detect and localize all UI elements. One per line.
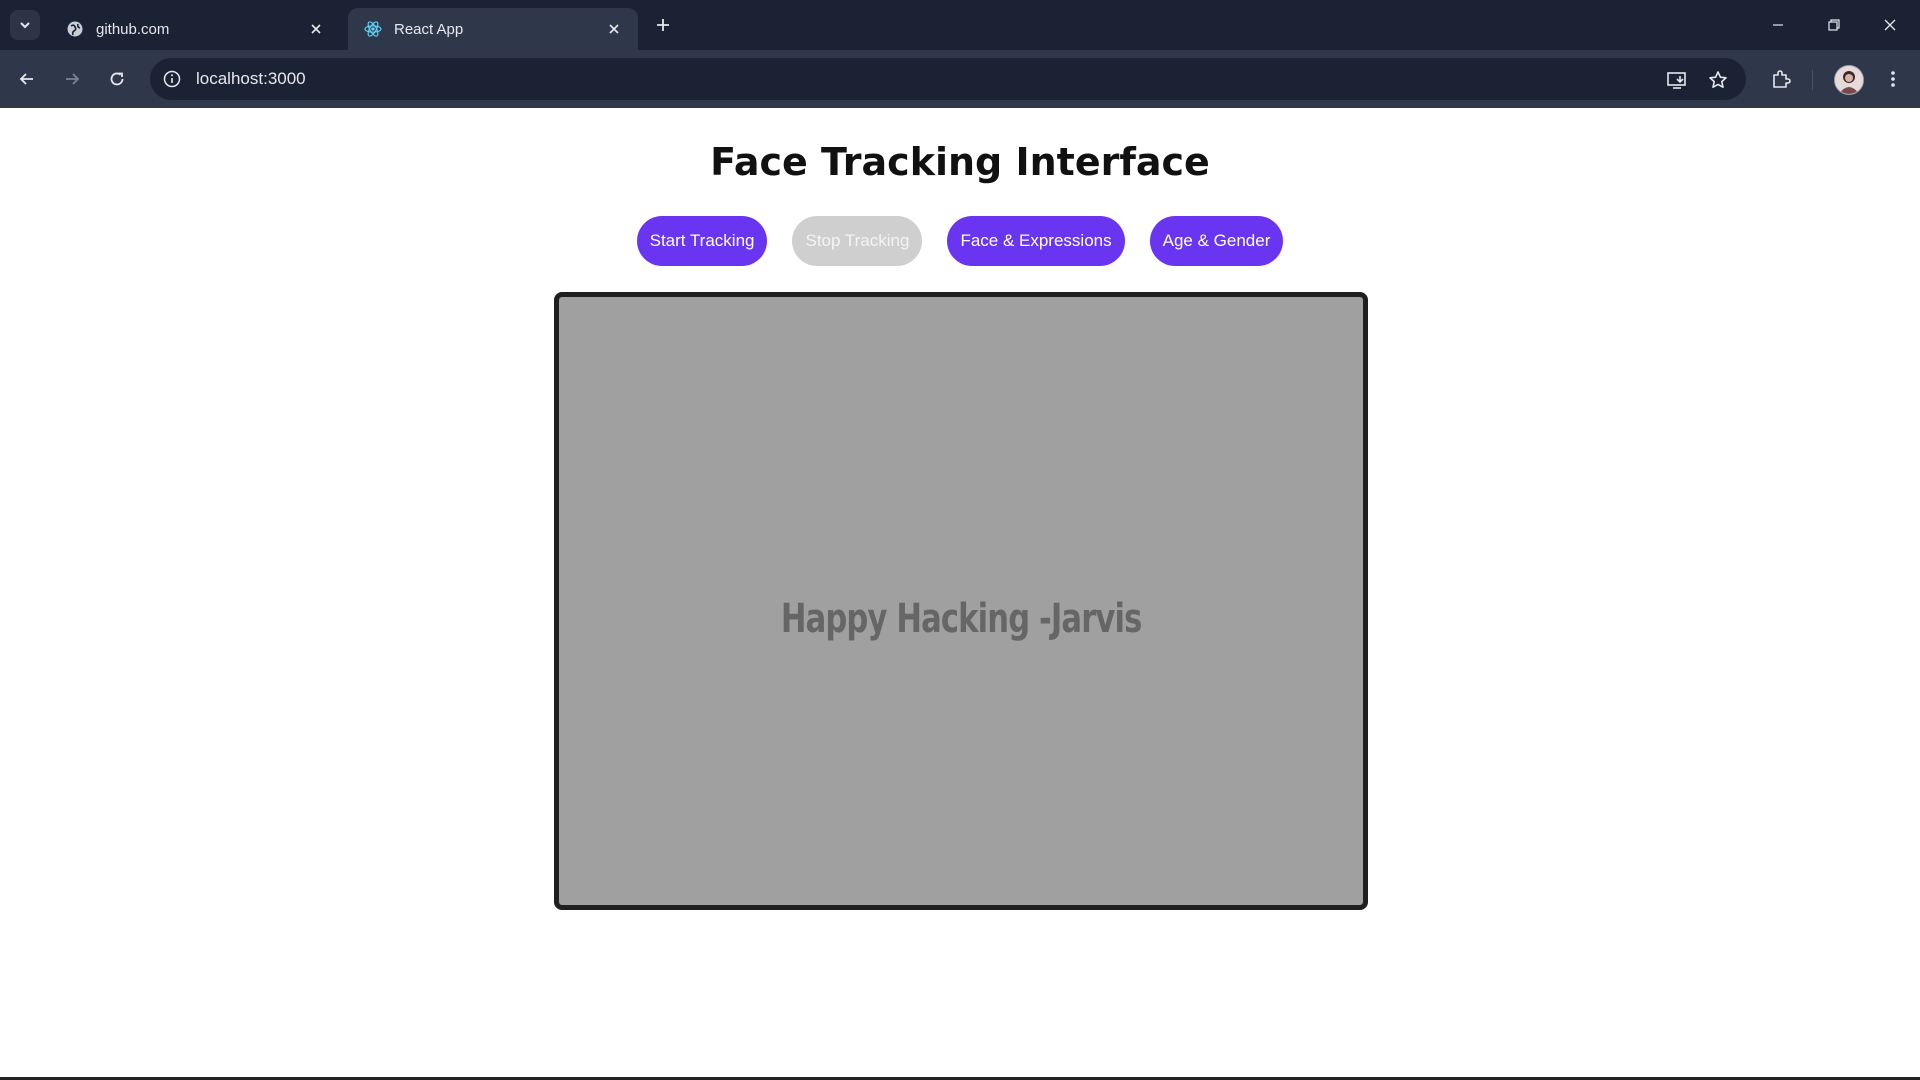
face-expressions-button[interactable]: Face & Expressions [947,216,1125,266]
control-buttons: Start Tracking Stop Tracking Face & Expr… [0,216,1920,266]
toolbar-divider [1812,70,1813,90]
page-title: Face Tracking Interface [710,140,1210,184]
tab-react-app[interactable]: React App [348,8,638,50]
close-window-button[interactable] [1862,0,1918,50]
new-tab-button[interactable] [650,12,676,38]
back-button[interactable] [10,62,44,96]
browser-toolbar: localhost:3000 [0,50,1920,108]
url-text[interactable]: localhost:3000 [196,69,306,89]
avatar-image [1835,66,1863,94]
tab-title: github.com [96,20,170,38]
arrow-right-icon [66,73,80,85]
reload-button[interactable] [100,62,134,96]
tab-github[interactable]: github.com [50,8,340,50]
install-app-icon[interactable] [1666,69,1688,91]
age-gender-button[interactable]: Age & Gender [1149,216,1284,266]
puzzle-icon [1773,70,1791,88]
extensions-button[interactable] [1764,62,1798,96]
bookmark-star-icon[interactable] [1707,69,1729,91]
tab-search-button[interactable] [10,10,40,40]
plus-icon [657,19,669,31]
page-content: Face Tracking Interface Start Tracking S… [0,108,1920,1080]
info-icon[interactable] [162,69,182,89]
minimize-button[interactable] [1750,0,1806,50]
reload-icon [110,72,124,86]
stop-tracking-button[interactable]: Stop Tracking [792,216,923,266]
tab-strip: github.com React App [0,0,1920,50]
forward-button[interactable] [55,62,89,96]
address-bar[interactable]: localhost:3000 [150,58,1746,100]
restore-button[interactable] [1806,0,1862,50]
globe-icon [66,20,84,38]
start-tracking-button[interactable]: Start Tracking [636,216,768,266]
more-vertical-icon [1891,71,1895,87]
close-icon [1884,19,1896,31]
minimize-icon [1773,24,1783,26]
video-display: Happy Hacking -Jarvis [554,292,1368,910]
react-icon [364,20,382,38]
video-placeholder-text: Happy Hacking -Jarvis [780,596,1143,642]
profile-avatar[interactable] [1834,65,1864,95]
chevron-down-icon [20,22,30,29]
arrow-left-icon [19,73,33,85]
restore-icon [1828,19,1840,31]
tab-title: React App [394,20,464,38]
close-icon[interactable] [604,19,624,39]
menu-button[interactable] [1876,62,1910,96]
close-icon[interactable] [306,19,326,39]
